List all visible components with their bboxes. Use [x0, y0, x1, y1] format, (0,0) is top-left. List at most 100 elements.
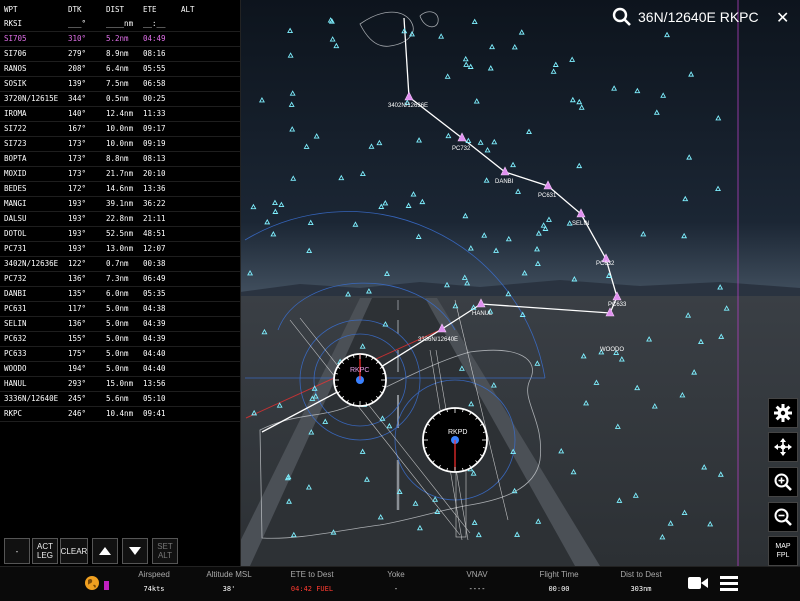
caret-up-icon [99, 547, 111, 555]
flight-plan-row[interactable]: 3720N/12615E 344° 0.5nm 00:25 [0, 91, 240, 107]
flight-plan-row[interactable]: PC732 136° 7.3nm 06:49 [0, 271, 240, 287]
flight-plan-row[interactable]: 3336N/12640E 245° 5.6nm 05:10 [0, 391, 240, 407]
wpt-dist: 22.8nm [106, 214, 134, 223]
zoom-out-button[interactable] [768, 502, 798, 532]
wpt-dtk: 167° [68, 124, 87, 133]
wpt-dist: 12.4nm [106, 109, 134, 118]
wpt-dist: 10.0nm [106, 124, 134, 133]
recenter-icon [774, 438, 792, 456]
wpt-dtk: 245° [68, 394, 87, 403]
flight-plan-row[interactable]: RKPC 246° 10.4nm 09:41 [0, 406, 240, 422]
flight-plan-row[interactable]: DANBI 135° 6.0nm 05:35 [0, 286, 240, 302]
flight-plan-row[interactable]: PC633 175° 5.0nm 04:40 [0, 346, 240, 362]
header-wpt: WPT [4, 5, 18, 14]
wpt-dist: 7.5nm [106, 79, 129, 88]
flight-plan-row[interactable]: MOXID 173° 21.7nm 20:10 [0, 166, 240, 182]
camera-icon[interactable] [688, 576, 708, 590]
flight-plan-row[interactable]: SI722 167° 10.0nm 09:17 [0, 121, 240, 137]
flight-plan-row[interactable]: PC731 193° 13.0nm 12:07 [0, 241, 240, 257]
wpt-ete: 04:40 [143, 364, 166, 373]
status-bar: Airspeed 74kts Altitude MSL 38' ETE to Des… [0, 566, 800, 601]
flight-plan-row[interactable]: HANUL 293° 15.0nm 13:56 [0, 376, 240, 392]
move-down-button[interactable] [122, 538, 148, 564]
move-up-button[interactable] [92, 538, 118, 564]
flight-plan-row[interactable]: BOPTA 173° 8.8nm 08:13 [0, 151, 240, 167]
settings-button[interactable] [768, 398, 798, 428]
flight-plan-row[interactable]: SOSIK 139° 7.5nm 06:58 [0, 76, 240, 92]
wpt-dist: 10.0nm [106, 139, 134, 148]
flight-plan-row[interactable]: SI723 173° 10.0nm 09:19 [0, 136, 240, 152]
route-label: PC732 [452, 146, 471, 152]
wpt-dtk: 173° [68, 169, 87, 178]
wpt-ete: 09:17 [143, 124, 166, 133]
wpt-ete: 20:10 [143, 169, 166, 178]
recenter-button[interactable] [768, 432, 798, 462]
wpt-dtk: 208° [68, 64, 87, 73]
wpt-dist: ____nm [106, 19, 134, 28]
wpt-dist: 0.5nm [106, 94, 129, 103]
flight-plan-row[interactable]: RANOS 208° 6.4nm 05:55 [0, 61, 240, 77]
flight-plan-row[interactable]: WOODO 194° 5.0nm 04:40 [0, 361, 240, 377]
wpt-name: BOPTA [4, 154, 27, 163]
set-altitude-button[interactable]: SET ALT [152, 538, 178, 564]
wpt-ete: 11:33 [143, 109, 166, 118]
wpt-dtk: 246° [68, 409, 87, 418]
wpt-name: MOXID [4, 169, 27, 178]
remove-waypoint-button[interactable]: - [4, 538, 30, 564]
wpt-name: DOTOL [4, 229, 27, 238]
search-bar[interactable]: 36N/12640E RKPC [612, 5, 770, 29]
activate-leg-button[interactable]: ACT LEG [32, 538, 58, 564]
wpt-ete: 05:10 [143, 394, 166, 403]
header-dist: DIST [106, 5, 125, 14]
flight-plan-row[interactable]: SI705 310° 5.2nm 04:49 [0, 31, 240, 47]
zoom-in-icon [774, 473, 792, 491]
wpt-dtk: 140° [68, 109, 87, 118]
wpt-dtk: 175° [68, 349, 87, 358]
flight-plan-row[interactable]: MANGI 193° 39.1nm 36:22 [0, 196, 240, 212]
wpt-dist: 5.0nm [106, 334, 129, 343]
flight-plan-row[interactable]: SI706 279° 8.9nm 08:16 [0, 46, 240, 62]
wpt-ete: 21:11 [143, 214, 166, 223]
wpt-name: 3720N/12615E [4, 94, 59, 103]
yoke-readout: Yoke - [387, 570, 405, 593]
wpt-dtk: 193° [68, 229, 87, 238]
flight-plan-row[interactable]: SELIN 136° 5.0nm 04:39 [0, 316, 240, 332]
flight-plan-row[interactable]: 3402N/12636E 122° 0.7nm 00:38 [0, 256, 240, 272]
flight-time-readout: Flight Time 00:00 [539, 570, 579, 593]
flight-plan-origin-row[interactable]: RKSI ___° ____nm __:__ [0, 16, 240, 32]
wpt-name: SELIN [4, 319, 27, 328]
menu-icon[interactable] [720, 576, 738, 591]
wpt-ete: 36:22 [143, 199, 166, 208]
wpt-dtk: 135° [68, 289, 87, 298]
map-fpl-label: MAP [775, 543, 791, 550]
wpt-dist: 5.6nm [106, 394, 129, 403]
wpt-dist: 0.7nm [106, 259, 129, 268]
close-icon[interactable]: ✕ [776, 8, 789, 27]
wpt-dtk: 310° [68, 34, 87, 43]
route-label: WOODO [600, 347, 624, 353]
wpt-name: PC732 [4, 274, 27, 283]
flight-plan-row[interactable]: PC632 155° 5.0nm 04:39 [0, 331, 240, 347]
clear-flight-plan-button[interactable]: CLEAR [60, 538, 88, 564]
flight-plan-row[interactable]: DALSU 193° 22.8nm 21:11 [0, 211, 240, 227]
wpt-dtk: 193° [68, 214, 87, 223]
map-fpl-button[interactable]: MAP FPL [768, 536, 798, 566]
wpt-ete: 08:16 [143, 49, 166, 58]
globe-icon[interactable] [84, 575, 100, 591]
route-label: PC632 [596, 261, 615, 267]
map-fpl-label: FPL [776, 552, 790, 559]
route-label: 3336N/12640E [418, 337, 458, 343]
airspeed-readout: Airspeed 74kts [138, 570, 170, 593]
ete-readout: ETE to Dest 04:42 FUEL [290, 570, 334, 593]
route-label: 3402N/12636E [388, 103, 428, 109]
wpt-dtk: ___° [68, 19, 87, 28]
zoom-in-button[interactable] [768, 467, 798, 497]
flight-plan-row[interactable]: DOTOL 193° 52.5nm 48:51 [0, 226, 240, 242]
route-label: PC633 [608, 302, 627, 308]
wpt-dtk: 344° [68, 94, 87, 103]
flight-plan-row[interactable]: PC631 117° 5.0nm 04:38 [0, 301, 240, 317]
flight-plan-row[interactable]: BEDES 172° 14.6nm 13:36 [0, 181, 240, 197]
wpt-dist: 5.0nm [106, 304, 129, 313]
flight-plan-row[interactable]: IROMA 140° 12.4nm 11:33 [0, 106, 240, 122]
wpt-name: SI722 [4, 124, 27, 133]
